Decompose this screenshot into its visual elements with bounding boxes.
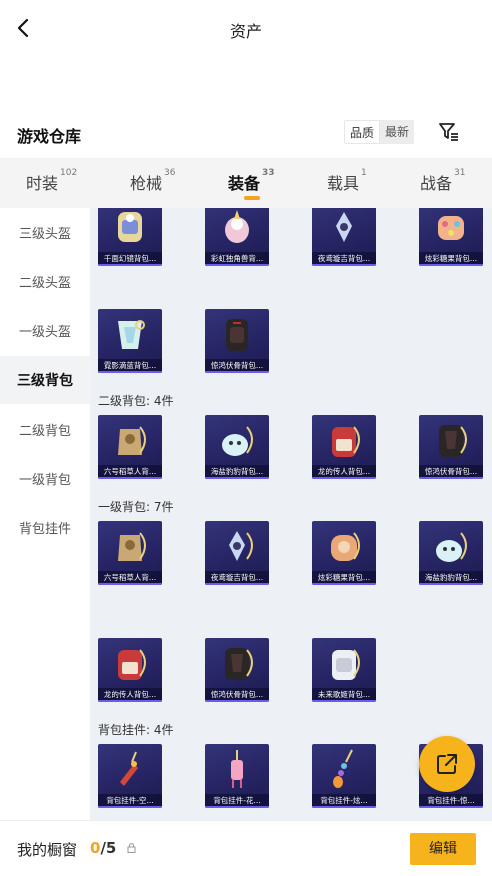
lock-icon [127, 843, 136, 853]
item-tile[interactable]: 炫彩糖果背包... [312, 521, 376, 585]
item-tile[interactable]: 海盐豹豹背包... [419, 521, 483, 585]
backpack-icon [226, 319, 248, 351]
pendant-icon [231, 750, 243, 788]
item-tile[interactable]: 夜鸢璇吉背包... [312, 208, 376, 266]
item-tile[interactable]: 海盐豹豹背包... [205, 415, 269, 479]
item-tile[interactable]: 龙的传人背包... [312, 415, 376, 479]
backpack-icon [222, 426, 253, 456]
sidebar-item-level1-helmet[interactable]: 一级头盔 [0, 306, 90, 354]
tab-vehicles[interactable]: 载具1 [327, 168, 367, 194]
edit-button[interactable]: 编辑 [410, 833, 476, 865]
backpack-icon [229, 531, 253, 561]
item-tile[interactable]: 背包挂件-炫... [312, 744, 376, 808]
pendant-icon [333, 749, 353, 788]
sidebar-item-level1-backpack[interactable]: 一级背包 [0, 454, 90, 502]
backpack-icon [118, 320, 145, 349]
sidebar-item-level3-helmet[interactable]: 三级头盔 [0, 208, 90, 256]
backpack-icon [332, 649, 360, 680]
backpack-icon [331, 532, 360, 561]
backpack-icon [118, 532, 146, 561]
backpack-icon [118, 426, 146, 455]
backpack-icon [436, 532, 467, 562]
showcase-count: 0/5 [90, 839, 117, 857]
sort-latest-button[interactable]: 最新 [380, 120, 415, 144]
item-tile[interactable]: 霓影滴蓝背包... [98, 309, 162, 373]
top-bar: 资产 [0, 0, 492, 58]
item-tile[interactable]: 未来歌姬背包... [312, 638, 376, 702]
item-tile[interactable]: 惊鸿伏骨背包... [205, 638, 269, 702]
section-label-level1: 一级背包: 7件 [98, 500, 174, 514]
active-tab-indicator [244, 196, 260, 200]
pendant-icon [120, 751, 138, 786]
backpack-icon [332, 426, 360, 457]
tab-equipment[interactable]: 装备33 [228, 168, 275, 194]
item-tile[interactable]: 惊鸿伏骨背包... [419, 415, 483, 479]
sidebar-item-level2-helmet[interactable]: 二级头盔 [0, 257, 90, 305]
item-tile[interactable]: 背包挂件-花... [205, 744, 269, 808]
item-tile[interactable]: 千面幻镜背包... [98, 208, 162, 266]
backpack-icon [225, 210, 249, 243]
sidebar-item-level3-backpack[interactable]: 三级背包 [0, 356, 90, 404]
warehouse-title: 游戏仓库 [17, 127, 82, 146]
sidebar-item-level2-backpack[interactable]: 二级背包 [0, 405, 90, 453]
backpack-icon [438, 216, 464, 240]
item-grid: 千面幻镜背包... 彩虹独角兽背... 夜鸢璇吉背包... 炫彩糖果背包... … [90, 208, 492, 820]
backpack-icon [118, 212, 142, 242]
item-tile[interactable]: 龙的传人背包... [98, 638, 162, 702]
share-button[interactable] [419, 736, 475, 792]
sort-toggle: 品质 最新 [344, 120, 415, 144]
tab-fashion[interactable]: 时装102 [26, 168, 77, 194]
item-tile[interactable]: 炫彩糖果背包... [419, 208, 483, 266]
sort-quality-button[interactable]: 品质 [344, 120, 381, 144]
bottom-bar: 我的橱窗 0/5 编辑 [0, 820, 492, 876]
item-tile[interactable]: 彩虹独角兽背... [205, 208, 269, 266]
sidebar-item-pendant[interactable]: 背包挂件 [0, 503, 90, 551]
item-tile[interactable]: 六号稻草人背... [98, 521, 162, 585]
tab-guns[interactable]: 枪械36 [130, 168, 175, 194]
item-tile[interactable]: 背包挂件-空... [98, 744, 162, 808]
backpack-icon [336, 212, 352, 242]
filter-icon[interactable] [437, 120, 461, 144]
category-tabs: 时装102 枪械36 装备33 载具1 战备31 [0, 158, 492, 208]
backpack-icon [225, 648, 253, 680]
page-title: 资产 [229, 22, 262, 41]
backpack-icon [439, 425, 467, 457]
tab-supplies[interactable]: 战备31 [420, 168, 465, 194]
backpack-icon [118, 649, 146, 680]
item-tile[interactable]: 夜鸢璇吉背包... [205, 521, 269, 585]
showcase-label: 我的橱窗 [17, 841, 78, 859]
item-tile[interactable]: 惊鸿伏骨背包... [205, 309, 269, 373]
section-label-pendant: 背包挂件: 4件 [98, 723, 174, 737]
sidebar: 三级头盔 二级头盔 一级头盔 三级背包 二级背包 一级背包 背包挂件 [0, 208, 90, 820]
section-label-level2: 二级背包: 4件 [98, 394, 174, 408]
external-link-icon [437, 754, 457, 774]
item-tile[interactable]: 六号稻草人背... [98, 415, 162, 479]
